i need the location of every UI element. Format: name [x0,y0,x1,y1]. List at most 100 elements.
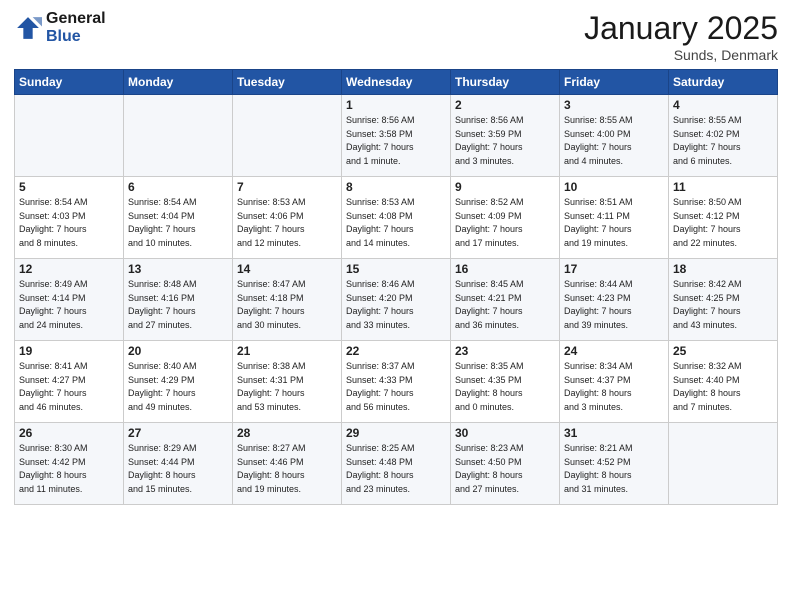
day-cell: 28Sunrise: 8:27 AM Sunset: 4:46 PM Dayli… [233,423,342,505]
day-info: Sunrise: 8:55 AM Sunset: 4:00 PM Dayligh… [564,114,664,168]
day-cell: 24Sunrise: 8:34 AM Sunset: 4:37 PM Dayli… [560,341,669,423]
day-cell: 30Sunrise: 8:23 AM Sunset: 4:50 PM Dayli… [451,423,560,505]
day-cell: 10 Sunrise: 8:51 AM Sunset: 4:11 PM Dayli… [560,177,669,259]
logo-icon [14,14,42,42]
day-cell: 13 Sunrise: 8:48 AM Sunset: 4:16 PM Dayli… [124,259,233,341]
day-number: 17 [564,262,664,276]
day-cell [669,423,778,505]
day-cell: 8Sunrise: 8:53 AM Sunset: 4:08 PM Daylig… [342,177,451,259]
day-info: Sunrise: 8:38 AM Sunset: 4:31 PM Dayligh… [237,360,337,414]
day-info: Sunrise: 8:54 AM Sunset: 4:03 PM Dayligh… [19,196,119,250]
day-number: 19 [19,344,119,358]
day-info: Sunrise: 8:52 AM Sunset: 4:09 PM Dayligh… [455,196,555,250]
day-number: 7 [237,180,337,194]
day-number: 25 [673,344,773,358]
day-cell: 6 Sunrise: 8:54 AM Sunset: 4:04 PM Daylig… [124,177,233,259]
day-cell: 15Sunrise: 8:46 AM Sunset: 4:20 PM Dayli… [342,259,451,341]
day-cell: 18 Sunrise: 8:42 AM Sunset: 4:25 PM Dayli… [669,259,778,341]
day-cell: 17 Sunrise: 8:44 AM Sunset: 4:23 PM Dayli… [560,259,669,341]
logo: General Blue [14,10,106,47]
day-number: 14 [237,262,337,276]
day-info: Sunrise: 8:48 AM Sunset: 4:16 PM Dayligh… [128,278,228,332]
day-number: 27 [128,426,228,440]
day-number: 9 [455,180,555,194]
weekday-header-row: SundayMondayTuesdayWednesdayThursdayFrid… [15,70,778,95]
day-number: 10 [564,180,664,194]
calendar-table: SundayMondayTuesdayWednesdayThursdayFrid… [14,69,778,505]
day-info: Sunrise: 8:25 AM Sunset: 4:48 PM Dayligh… [346,442,446,496]
day-cell: 11 Sunrise: 8:50 AM Sunset: 4:12 PM Dayli… [669,177,778,259]
day-cell: 5 Sunrise: 8:54 AM Sunset: 4:03 PM Daylig… [15,177,124,259]
day-number: 1 [346,98,446,112]
day-number: 4 [673,98,773,112]
day-info: Sunrise: 8:37 AM Sunset: 4:33 PM Dayligh… [346,360,446,414]
day-cell: 27 Sunrise: 8:29 AM Sunset: 4:44 PM Dayli… [124,423,233,505]
day-info: Sunrise: 8:42 AM Sunset: 4:25 PM Dayligh… [673,278,773,332]
day-number: 13 [128,262,228,276]
day-number: 29 [346,426,446,440]
header: General Blue January 2025 Sunds, Denmark [14,10,778,63]
day-number: 30 [455,426,555,440]
day-cell: 29 Sunrise: 8:25 AM Sunset: 4:48 PM Dayli… [342,423,451,505]
day-info: Sunrise: 8:30 AM Sunset: 4:42 PM Dayligh… [19,442,119,496]
day-info: Sunrise: 8:41 AM Sunset: 4:27 PM Dayligh… [19,360,119,414]
day-info: Sunrise: 8:46 AM Sunset: 4:20 PM Dayligh… [346,278,446,332]
day-number: 23 [455,344,555,358]
day-info: Sunrise: 8:53 AM Sunset: 4:06 PM Dayligh… [237,196,337,250]
day-cell: 9 Sunrise: 8:52 AM Sunset: 4:09 PM Daylig… [451,177,560,259]
day-number: 12 [19,262,119,276]
day-info: Sunrise: 8:53 AM Sunset: 4:08 PM Dayligh… [346,196,446,250]
day-info: Sunrise: 8:34 AM Sunset: 4:37 PM Dayligh… [564,360,664,414]
weekday-header-monday: Monday [124,70,233,95]
logo-text: General Blue [46,10,106,47]
day-cell: 7 Sunrise: 8:53 AM Sunset: 4:06 PM Daylig… [233,177,342,259]
day-info: Sunrise: 8:49 AM Sunset: 4:14 PM Dayligh… [19,278,119,332]
day-cell: 16 Sunrise: 8:45 AM Sunset: 4:21 PM Dayli… [451,259,560,341]
location: Sunds, Denmark [584,47,778,63]
week-row-1: 1 Sunrise: 8:56 AM Sunset: 3:58 PM Daylig… [15,95,778,177]
day-info: Sunrise: 8:51 AM Sunset: 4:11 PM Dayligh… [564,196,664,250]
day-info: Sunrise: 8:27 AM Sunset: 4:46 PM Dayligh… [237,442,337,496]
day-info: Sunrise: 8:50 AM Sunset: 4:12 PM Dayligh… [673,196,773,250]
day-cell: 22 Sunrise: 8:37 AM Sunset: 4:33 PM Dayli… [342,341,451,423]
day-number: 3 [564,98,664,112]
day-info: Sunrise: 8:55 AM Sunset: 4:02 PM Dayligh… [673,114,773,168]
week-row-4: 19 Sunrise: 8:41 AM Sunset: 4:27 PM Dayli… [15,341,778,423]
day-number: 11 [673,180,773,194]
day-number: 22 [346,344,446,358]
weekday-header-wednesday: Wednesday [342,70,451,95]
title-block: January 2025 Sunds, Denmark [584,10,778,63]
day-info: Sunrise: 8:44 AM Sunset: 4:23 PM Dayligh… [564,278,664,332]
day-info: Sunrise: 8:47 AM Sunset: 4:18 PM Dayligh… [237,278,337,332]
day-number: 5 [19,180,119,194]
month-title: January 2025 [584,10,778,47]
day-cell: 2Sunrise: 8:56 AM Sunset: 3:59 PM Daylig… [451,95,560,177]
day-info: Sunrise: 8:32 AM Sunset: 4:40 PM Dayligh… [673,360,773,414]
day-cell: 4 Sunrise: 8:55 AM Sunset: 4:02 PM Daylig… [669,95,778,177]
weekday-header-friday: Friday [560,70,669,95]
weekday-header-saturday: Saturday [669,70,778,95]
day-number: 18 [673,262,773,276]
day-info: Sunrise: 8:40 AM Sunset: 4:29 PM Dayligh… [128,360,228,414]
day-cell: 23Sunrise: 8:35 AM Sunset: 4:35 PM Dayli… [451,341,560,423]
day-info: Sunrise: 8:21 AM Sunset: 4:52 PM Dayligh… [564,442,664,496]
day-cell [233,95,342,177]
page-container: General Blue January 2025 Sunds, Denmark… [0,0,792,515]
day-cell: 3 Sunrise: 8:55 AM Sunset: 4:00 PM Daylig… [560,95,669,177]
day-info: Sunrise: 8:45 AM Sunset: 4:21 PM Dayligh… [455,278,555,332]
weekday-header-tuesday: Tuesday [233,70,342,95]
day-cell: 25 Sunrise: 8:32 AM Sunset: 4:40 PM Dayli… [669,341,778,423]
day-number: 26 [19,426,119,440]
day-number: 6 [128,180,228,194]
day-cell: 21Sunrise: 8:38 AM Sunset: 4:31 PM Dayli… [233,341,342,423]
day-info: Sunrise: 8:54 AM Sunset: 4:04 PM Dayligh… [128,196,228,250]
day-info: Sunrise: 8:56 AM Sunset: 3:58 PM Dayligh… [346,114,446,168]
day-number: 16 [455,262,555,276]
day-cell [15,95,124,177]
day-cell: 20Sunrise: 8:40 AM Sunset: 4:29 PM Dayli… [124,341,233,423]
day-cell: 12 Sunrise: 8:49 AM Sunset: 4:14 PM Dayli… [15,259,124,341]
day-info: Sunrise: 8:29 AM Sunset: 4:44 PM Dayligh… [128,442,228,496]
weekday-header-thursday: Thursday [451,70,560,95]
weekday-header-sunday: Sunday [15,70,124,95]
day-number: 2 [455,98,555,112]
